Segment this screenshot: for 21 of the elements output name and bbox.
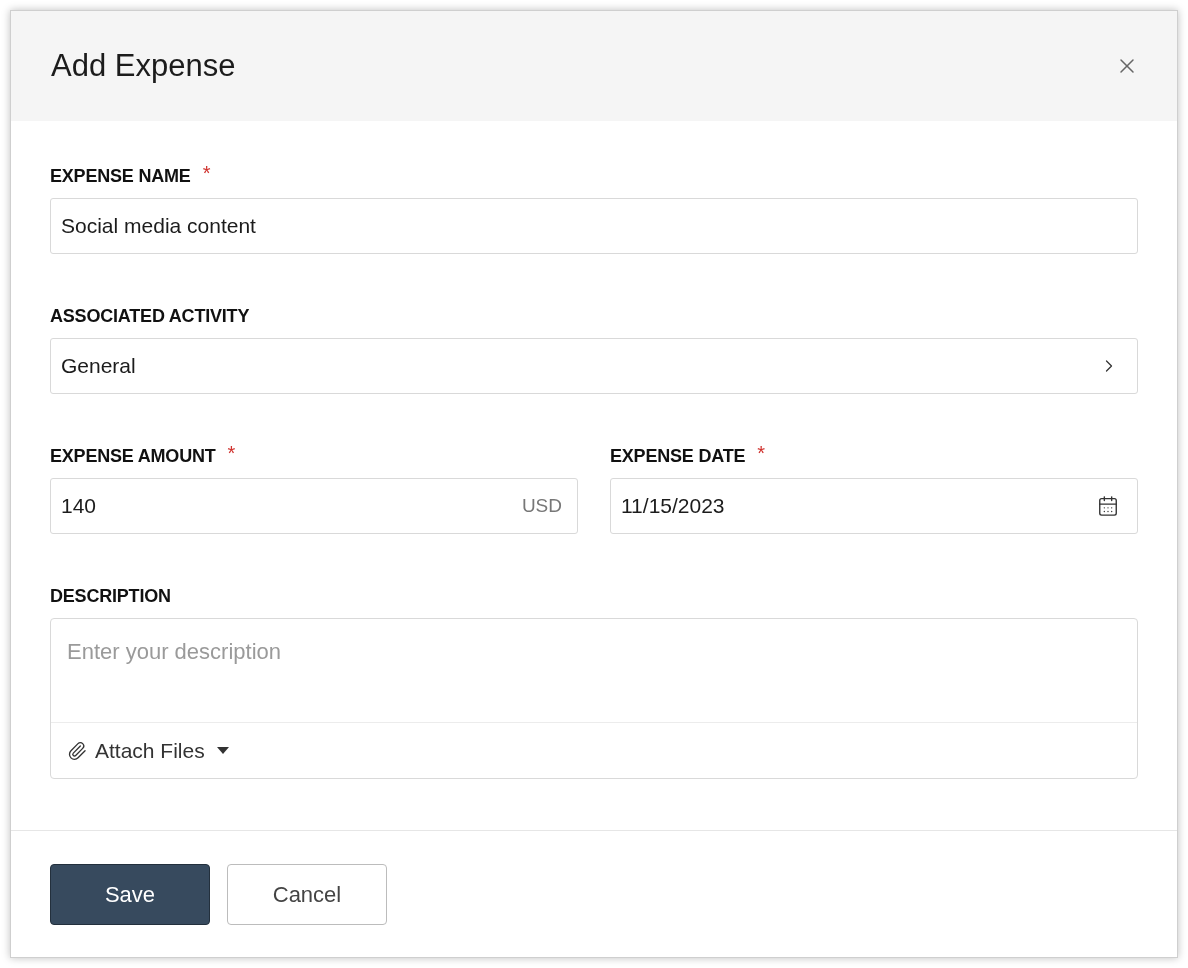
save-button[interactable]: Save [50,863,210,925]
calendar-icon [1097,495,1119,517]
description-input[interactable]: Enter your description [51,619,1137,723]
field-label: DESCRIPTION [50,584,171,608]
required-mark: * [757,441,766,466]
field-label: EXPENSE NAME [50,164,191,188]
amount-field[interactable]: 140 USD [50,478,578,534]
required-mark: * [202,161,211,186]
text-field[interactable]: Social media content [50,198,1138,254]
attach-files-button[interactable]: Attach Files [51,723,245,778]
required-mark: * [227,441,236,466]
paperclip-icon [67,740,87,761]
cancel-button[interactable]: Cancel [227,863,387,925]
select-field[interactable]: General [50,338,1138,394]
field-label: EXPENSE DATE [610,444,746,468]
description-field[interactable]: Enter your description Attach Files [50,618,1138,779]
date-field[interactable]: 11/15/2023 [610,478,1138,534]
caret-down-icon [216,747,229,754]
field-label: ASSOCIATED ACTIVITY [50,304,250,328]
dialog-title: Add Expense [51,46,236,85]
field-label: EXPENSE AMOUNT [50,444,216,468]
